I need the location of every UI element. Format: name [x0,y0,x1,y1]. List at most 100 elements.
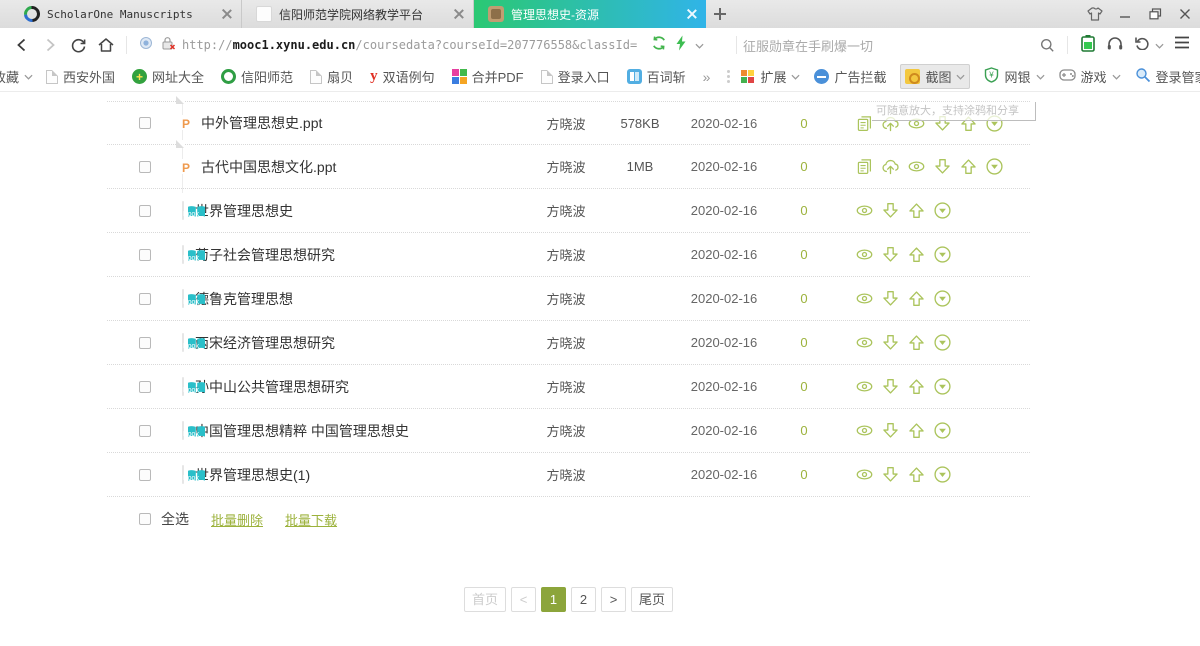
download-icon[interactable] [880,421,900,441]
bookmark-xinyang-normal[interactable]: 信阳师范 [221,67,293,86]
search-suggestion-text[interactable]: 征服勋章在手刷爆一切 [743,36,1033,55]
row-checkbox[interactable] [139,293,151,305]
move-up-icon[interactable] [906,289,926,309]
bookmark-bilingual-examples[interactable]: y 双语例句 [370,67,435,86]
tab-close-icon[interactable] [221,8,233,20]
download-icon[interactable] [932,113,952,133]
pagination-next-button[interactable]: > [601,587,626,612]
tab-close-icon[interactable] [686,8,698,20]
move-up-icon[interactable] [906,465,926,485]
file-name[interactable]: 古代中国思想文化.ppt [201,157,526,177]
file-name[interactable]: 中外管理思想史.ppt [201,113,526,133]
more-actions-icon[interactable] [932,201,952,221]
move-up-icon[interactable] [906,201,926,221]
row-checkbox[interactable] [139,381,151,393]
row-checkbox[interactable] [139,425,151,437]
skin-theme-icon[interactable] [1080,0,1110,28]
address-dropdown-chevron-icon[interactable] [695,36,704,54]
more-actions-icon[interactable] [932,377,952,397]
file-name[interactable]: 两宋经济管理思想研究 [195,333,526,353]
row-checkbox[interactable] [139,117,151,129]
pagination-page-2[interactable]: 2 [571,587,596,612]
row-checkbox[interactable] [139,249,151,261]
move-up-icon[interactable] [906,333,926,353]
more-actions-icon[interactable] [984,113,1004,133]
row-checkbox[interactable] [139,337,151,349]
reload-button[interactable] [64,31,92,59]
row-checkbox[interactable] [139,469,151,481]
more-actions-icon[interactable] [932,245,952,265]
copy-icon[interactable] [854,113,874,133]
page-refresh-icon[interactable] [651,35,667,56]
more-actions-icon[interactable] [932,333,952,353]
file-name[interactable]: 荀子社会管理思想研究 [195,245,526,265]
cloud-upload-icon[interactable] [880,157,900,177]
insecure-lock-icon[interactable] [161,36,176,55]
preview-eye-icon[interactable] [854,465,874,485]
new-tab-button[interactable] [706,0,734,28]
minimize-button[interactable] [1110,0,1140,28]
headset-icon[interactable] [1106,35,1124,56]
favorites-menu[interactable]: 收藏 [0,67,33,86]
adblock-button[interactable]: 广告拦截 [814,67,886,86]
move-up-icon[interactable] [906,421,926,441]
batch-delete-link[interactable]: 批量删除 [211,510,263,529]
search-box[interactable]: 征服勋章在手刷爆一切 [743,31,1061,59]
preview-eye-icon[interactable] [854,245,874,265]
download-icon[interactable] [880,201,900,221]
online-banking-button[interactable]: ¥ 网银 [984,67,1044,86]
preview-eye-icon[interactable] [854,289,874,309]
file-name[interactable]: 孙中山公共管理思想研究 [195,377,526,397]
tab-teaching-platform[interactable]: 信阳师范学院网络教学平台 [242,0,474,28]
row-checkbox[interactable] [139,161,151,173]
menu-icon[interactable] [1174,36,1190,54]
select-all-checkbox[interactable] [139,513,151,525]
games-button[interactable]: 游戏 [1059,67,1121,86]
preview-eye-icon[interactable] [906,157,926,177]
download-icon[interactable] [880,377,900,397]
batch-download-link[interactable]: 批量下载 [285,510,337,529]
move-up-icon[interactable] [906,245,926,265]
preview-eye-icon[interactable] [854,201,874,221]
url-text[interactable]: http://mooc1.xynu.edu.cn/coursedata?cour… [182,38,637,52]
more-actions-icon[interactable] [932,289,952,309]
file-name[interactable]: 德鲁克管理思想 [195,289,526,309]
copy-icon[interactable] [854,157,874,177]
pagination-last-button[interactable]: 尾页 [631,587,673,612]
download-icon[interactable] [932,157,952,177]
close-button[interactable] [1170,0,1200,28]
download-icon[interactable] [880,333,900,353]
forward-button[interactable] [36,31,64,59]
tab-scholarone[interactable]: ScholarOne Manuscripts [10,0,242,28]
move-up-icon[interactable] [906,377,926,397]
file-name[interactable]: 世界管理思想史(1) [195,465,526,485]
download-icon[interactable] [880,245,900,265]
file-name[interactable]: 世界管理思想史 [195,201,526,221]
download-icon[interactable] [880,465,900,485]
download-icon[interactable] [880,289,900,309]
search-icon[interactable] [1033,31,1061,59]
restore-button[interactable] [1140,0,1170,28]
more-actions-icon[interactable] [932,421,952,441]
undo-dropdown-chevron-icon[interactable] [1155,36,1164,54]
cloud-upload-icon[interactable] [880,113,900,133]
more-actions-icon[interactable] [984,157,1004,177]
bookmark-baicizhan[interactable]: 百词斩 [627,67,686,86]
bookmark-merge-pdf[interactable]: 合并PDF [452,67,524,86]
home-button[interactable] [92,31,120,59]
password-manager-button[interactable]: 登录管家 [1135,67,1200,86]
bookmarks-overflow-button[interactable]: » [703,69,711,85]
bookmark-xian-foreign[interactable]: 西安外国 [46,67,115,86]
file-name[interactable]: 中国管理思想精粹 中国管理思想史 [195,421,526,441]
move-up-icon[interactable] [958,157,978,177]
preview-eye-icon[interactable] [854,377,874,397]
battery-saver-icon[interactable] [1080,34,1096,57]
tab-course-resources[interactable]: 管理思想史-资源 [474,0,706,28]
row-checkbox[interactable] [139,205,151,217]
bookmark-shanbay[interactable]: 扇贝 [310,67,353,86]
undo-icon[interactable] [1134,35,1151,55]
speed-mode-bolt-icon[interactable] [675,35,687,56]
move-up-icon[interactable] [958,113,978,133]
screenshot-button[interactable]: 截图 [900,64,970,89]
preview-eye-icon[interactable] [854,421,874,441]
